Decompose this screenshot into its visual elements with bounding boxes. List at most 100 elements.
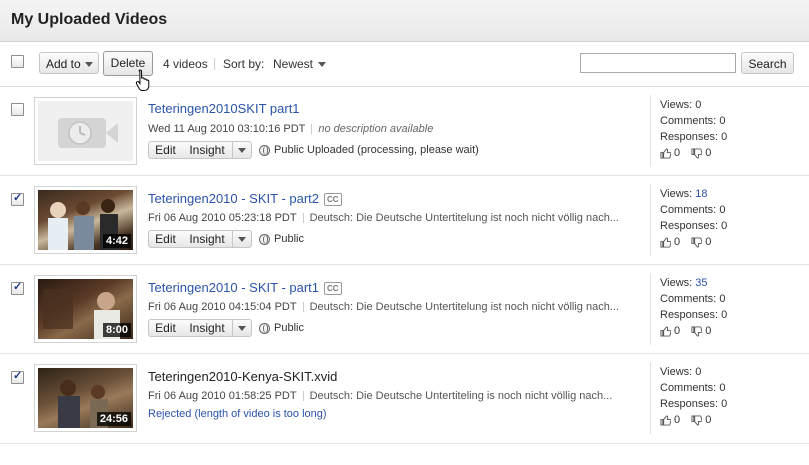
captions-badge: CC (324, 193, 342, 207)
video-row: 24:56 Teteringen2010-Kenya-SKIT.xvid Fri… (0, 354, 809, 444)
edit-button[interactable]: Edit (148, 230, 183, 248)
video-title-link[interactable]: Teteringen2010 - SKIT - part1 CC (148, 280, 342, 296)
duration-badge: 24:56 (96, 412, 131, 426)
video-description: Deutsch: Die Deutsche Untertiteling is n… (309, 390, 613, 402)
views-label: Views: (660, 99, 693, 111)
video-thumbnail[interactable]: 4:42 (34, 186, 137, 254)
chevron-down-icon (318, 62, 327, 68)
duration-badge: 4:42 (102, 234, 131, 248)
views-label: Views: (660, 277, 693, 289)
insight-button[interactable]: Insight (182, 141, 233, 159)
video-meta: Fri 06 Aug 2010 05:23:18 PDT Deutsch: Die… (148, 212, 619, 224)
video-stats: Views: 0 Comments: 0 Responses: 0 0 0 (650, 362, 809, 434)
views-label: Views: (660, 366, 693, 378)
row-checkbox[interactable] (11, 280, 24, 295)
video-thumbnail[interactable] (34, 97, 137, 165)
search-input[interactable] (580, 53, 736, 73)
thumbs-down-icon (691, 326, 703, 337)
thumbs-down-icon (691, 237, 703, 248)
dislikes-count: 0 (705, 414, 712, 426)
search-label: Search (748, 57, 787, 71)
video-description: Deutsch: Die Deutsche Untertitelung ist … (309, 301, 619, 313)
privacy-status: Public (259, 322, 304, 334)
comments-label: Comments: (660, 115, 717, 127)
video-count: 4 videos (163, 57, 208, 71)
comments-label: Comments: (660, 382, 717, 394)
insight-button[interactable]: Insight (182, 319, 233, 337)
edit-button[interactable]: Edit (148, 319, 183, 337)
video-date: Wed 11 Aug 2010 03:10:16 PDT (148, 123, 306, 135)
comments-count: 0 (719, 293, 726, 305)
title-text: Teteringen2010 - SKIT - part1 (148, 280, 320, 295)
responses-label: Responses: (660, 398, 719, 410)
views-count[interactable]: 35 (695, 277, 707, 289)
responses-label: Responses: (660, 309, 719, 321)
responses-label: Responses: (660, 220, 719, 232)
comments-label: Comments: (660, 293, 717, 305)
likes-count: 0 (674, 147, 681, 159)
search-button[interactable]: Search (741, 52, 794, 74)
responses-label: Responses: (660, 131, 719, 143)
thumbs-up-icon (660, 415, 671, 426)
dislikes-count: 0 (705, 325, 712, 337)
video-placeholder-icon (58, 118, 118, 148)
video-thumbnail[interactable]: 8:00 (34, 275, 137, 343)
page-title: My Uploaded Videos (11, 11, 168, 28)
add-to-label: Add to (46, 57, 81, 71)
dislikes-count: 0 (705, 147, 712, 159)
insight-button[interactable]: Insight (182, 230, 233, 248)
video-meta: Fri 06 Aug 2010 01:58:25 PDT Deutsch: Die… (148, 390, 612, 402)
title-text: Teteringen2010 - SKIT - part2 (148, 191, 320, 206)
select-all-checkbox[interactable] (11, 55, 24, 68)
privacy-status: Public Uploaded (processing, please wait… (259, 144, 479, 156)
comments-count: 0 (719, 115, 726, 127)
status-text: Public (274, 322, 304, 334)
chevron-down-icon (238, 148, 246, 154)
comments-count: 0 (719, 382, 726, 394)
thumbs-up-icon (660, 148, 671, 159)
video-title: Teteringen2010-Kenya-SKIT.xvid (148, 369, 338, 384)
views-count: 0 (695, 366, 702, 378)
edit-button[interactable]: Edit (148, 141, 183, 159)
globe-icon (259, 144, 270, 156)
video-stats: Views: 35 Comments: 0 Responses: 0 0 0 (650, 273, 809, 345)
sort-value: Newest (273, 57, 314, 71)
video-title-link[interactable]: Teteringen2010 - SKIT - part2 CC (148, 191, 342, 207)
divider (214, 58, 215, 70)
responses-count: 0 (721, 398, 728, 410)
comments-count: 0 (719, 204, 726, 216)
row-checkbox[interactable] (11, 191, 24, 206)
dislikes-count: 0 (705, 236, 712, 248)
status-text: Public Uploaded (processing, please wait… (274, 144, 479, 156)
video-meta: Wed 11 Aug 2010 03:10:16 PDT no descripti… (148, 123, 433, 135)
more-actions-button[interactable] (232, 141, 252, 159)
likes-count: 0 (674, 236, 681, 248)
video-title-link[interactable]: Teteringen2010SKIT part1 (148, 101, 300, 116)
sort-select[interactable]: Newest (273, 57, 327, 71)
chevron-down-icon (238, 326, 246, 332)
row-checkbox[interactable] (11, 103, 24, 116)
globe-icon (259, 233, 270, 245)
likes-count: 0 (674, 414, 681, 426)
more-actions-button[interactable] (232, 319, 252, 337)
views-count[interactable]: 18 (695, 188, 707, 200)
more-actions-button[interactable] (232, 230, 252, 248)
globe-icon (259, 322, 270, 334)
responses-count: 0 (721, 131, 728, 143)
video-date: Fri 06 Aug 2010 05:23:18 PDT (148, 212, 297, 224)
video-description: no description available (318, 123, 434, 135)
duration-badge: 8:00 (102, 323, 131, 337)
views-count: 0 (695, 99, 702, 111)
video-date: Fri 06 Aug 2010 04:15:04 PDT (148, 301, 297, 313)
rejected-status-link[interactable]: Rejected (length of video is too long) (148, 408, 327, 420)
row-checkbox[interactable] (11, 369, 24, 384)
hand-cursor-icon (135, 69, 150, 91)
status-text: Public (274, 233, 304, 245)
sort-by-label: Sort by: (223, 57, 265, 71)
responses-count: 0 (721, 309, 728, 321)
privacy-status: Public (259, 233, 304, 245)
video-date: Fri 06 Aug 2010 01:58:25 PDT (148, 390, 297, 402)
chevron-down-icon (84, 62, 93, 68)
add-to-button[interactable]: Add to (39, 52, 99, 74)
video-stats: Views: 18 Comments: 0 Responses: 0 0 0 (650, 184, 809, 256)
